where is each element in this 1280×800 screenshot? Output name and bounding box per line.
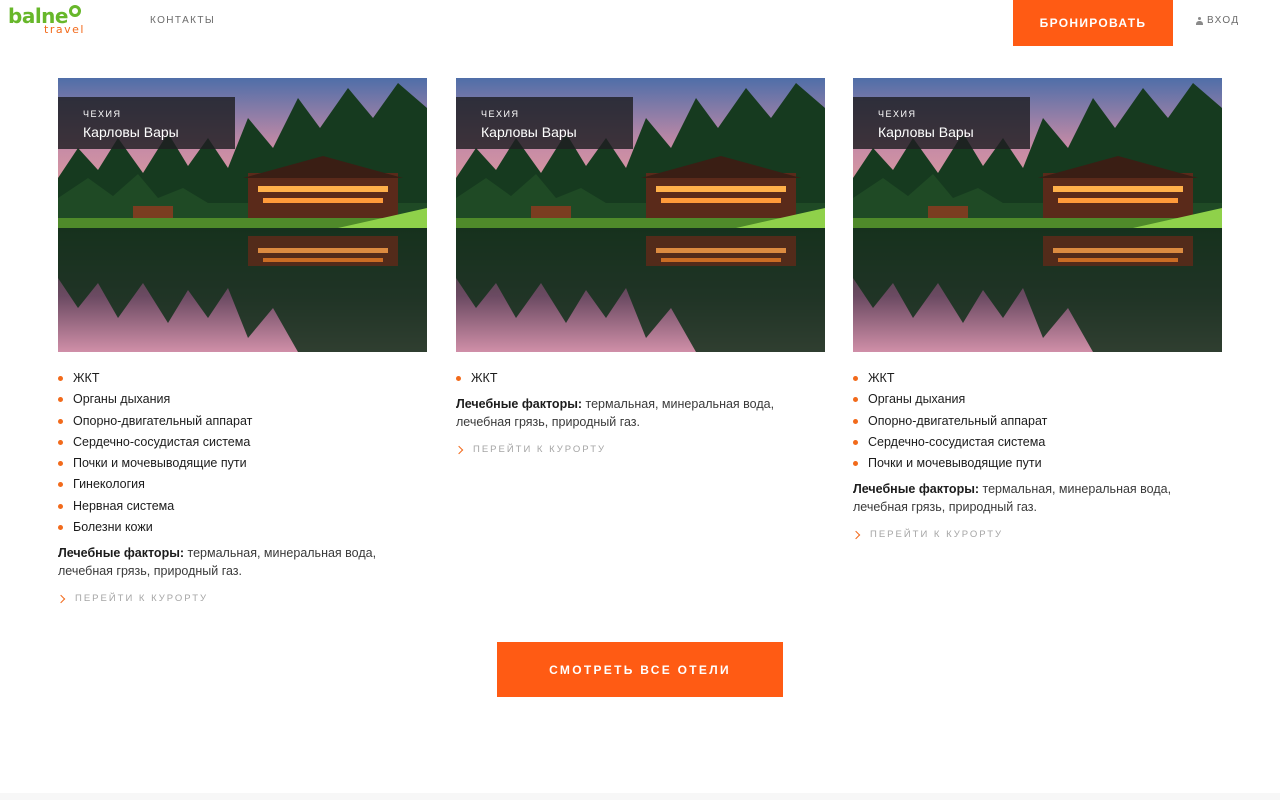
- nav-contacts-link[interactable]: КОНТАКТЫ: [150, 15, 215, 26]
- resort-city: Карловы Вары: [481, 124, 577, 140]
- healing-factors-label: Лечебные факторы:: [853, 482, 980, 497]
- resort-card: ЧЕХИЯ Карловы Вары ЖКТ Органы дыхания Опор…: [56, 78, 427, 605]
- treatment-label: ЖКТ: [73, 371, 100, 385]
- chevron-right-icon: [851, 530, 861, 540]
- treatment-label: Органы дыхания: [868, 392, 966, 407]
- book-button[interactable]: БРОНИРОВАТЬ: [1013, 0, 1173, 46]
- bullet-dot-icon: [58, 503, 63, 509]
- go-to-resort-link[interactable]: ПЕРЕЙТИ К КУРОРТУ: [454, 444, 825, 456]
- treatment-item: Гинекология: [58, 474, 427, 495]
- bullet-dot-icon: [58, 461, 63, 467]
- bullet-dot-icon: [853, 439, 858, 445]
- resort-location-label: ЧЕХИЯ Карловы Вары: [58, 97, 235, 149]
- resort-photo[interactable]: ЧЕХИЯ Карловы Вары: [456, 78, 825, 352]
- bullet-dot-icon: [853, 418, 858, 424]
- treatment-label: Почки и мочевыводящие пути: [868, 456, 1042, 471]
- bullet-dot-icon: [853, 376, 858, 381]
- treatment-label: ЖКТ: [868, 371, 895, 385]
- resort-country: ЧЕХИЯ: [481, 109, 520, 119]
- chevron-right-icon: [56, 594, 66, 604]
- logo-tagline: travel: [44, 23, 85, 36]
- treatment-label: ЖКТ: [471, 371, 498, 385]
- healing-factors-label: Лечебные факторы:: [456, 397, 583, 412]
- login-label: ВХОД: [1207, 15, 1240, 26]
- treatment-item: Сердечно-сосудистая система: [853, 432, 1222, 453]
- healing-factors: Лечебные факторы: термальная, минеральна…: [456, 396, 825, 431]
- footer-divider: [0, 793, 1280, 800]
- treatment-label: Сердечно-сосудистая система: [73, 434, 251, 449]
- treatment-item: ЖКТ: [456, 368, 825, 389]
- resort-photo[interactable]: ЧЕХИЯ Карловы Вары: [58, 78, 427, 352]
- go-to-resort-link[interactable]: ПЕРЕЙТИ К КУРОРТУ: [56, 593, 427, 605]
- bullet-dot-icon: [58, 376, 63, 381]
- resort-city: Карловы Вары: [83, 124, 179, 140]
- treatment-item: Нервная система: [58, 496, 427, 517]
- treatment-item: ЖКТ: [853, 368, 1222, 389]
- site-header: balne travel КОНТАКТЫ БРОНИРОВАТЬ ВХОД: [0, 0, 1280, 46]
- treatment-item: Опорно-двигательный аппарат: [58, 411, 427, 432]
- treatment-item: Органы дыхания: [853, 389, 1222, 410]
- healing-factors-label: Лечебные факторы:: [58, 546, 185, 561]
- bullet-dot-icon: [58, 397, 63, 403]
- treatment-item: Сердечно-сосудистая система: [58, 432, 427, 453]
- treatment-item: Органы дыхания: [58, 389, 427, 410]
- resort-city: Карловы Вары: [878, 124, 974, 140]
- treatment-list: ЖКТ: [456, 368, 825, 389]
- resort-country: ЧЕХИЯ: [878, 109, 917, 119]
- healing-factors: Лечебные факторы: термальная, минеральна…: [58, 545, 427, 580]
- treatment-item: Опорно-двигательный аппарат: [853, 411, 1222, 432]
- treatment-label: Гинекология: [73, 477, 145, 492]
- resort-location-label: ЧЕХИЯ Карловы Вары: [853, 97, 1030, 149]
- treatment-label: Почки и мочевыводящие пути: [73, 456, 247, 471]
- bullet-dot-icon: [58, 482, 63, 488]
- healing-factors: Лечебные факторы: термальная, минеральна…: [853, 481, 1222, 516]
- treatment-list: ЖКТ Органы дыхания Опорно-двигательный апп…: [853, 368, 1222, 474]
- resort-location-label: ЧЕХИЯ Карловы Вары: [456, 97, 633, 149]
- treatment-label: Сердечно-сосудистая система: [868, 434, 1046, 449]
- go-to-resort-link[interactable]: ПЕРЕЙТИ К КУРОРТУ: [851, 529, 1222, 541]
- treatment-list: ЖКТ Органы дыхания Опорно-двигательный апп…: [58, 368, 427, 538]
- bullet-dot-icon: [58, 439, 63, 445]
- treatment-item: ЖКТ: [58, 368, 427, 389]
- treatment-item: Болезни кожи: [58, 517, 427, 538]
- user-icon: [1196, 16, 1203, 25]
- resort-card: ЧЕХИЯ Карловы Вары ЖКТ Лечебные факторы:…: [454, 78, 825, 456]
- login-link[interactable]: ВХОД: [1196, 15, 1240, 26]
- chevron-right-icon: [454, 445, 464, 455]
- resort-country: ЧЕХИЯ: [83, 109, 122, 119]
- bullet-dot-icon: [58, 525, 63, 531]
- balneo-travel-logo[interactable]: balne travel: [8, 3, 92, 39]
- go-to-resort-label: ПЕРЕЙТИ К КУРОРТУ: [75, 593, 209, 605]
- bullet-dot-icon: [853, 397, 858, 403]
- treatment-label: Органы дыхания: [73, 392, 171, 407]
- treatment-label: Нервная система: [73, 498, 175, 513]
- go-to-resort-label: ПЕРЕЙТИ К КУРОРТУ: [473, 444, 607, 456]
- treatment-label: Болезни кожи: [73, 520, 153, 535]
- logo-ring-icon: [68, 5, 81, 17]
- go-to-resort-label: ПЕРЕЙТИ К КУРОРТУ: [870, 529, 1004, 541]
- treatment-item: Почки и мочевыводящие пути: [58, 453, 427, 474]
- treatment-item: Почки и мочевыводящие пути: [853, 453, 1222, 474]
- resort-photo[interactable]: ЧЕХИЯ Карловы Вары: [853, 78, 1222, 352]
- view-all-hotels-button[interactable]: СМОТРЕТЬ ВСЕ ОТЕЛИ: [497, 642, 783, 697]
- treatment-label: Опорно-двигательный аппарат: [868, 413, 1048, 428]
- bullet-dot-icon: [58, 418, 63, 424]
- resort-card: ЧЕХИЯ Карловы Вары ЖКТ Органы дыхания Опор…: [851, 78, 1222, 541]
- treatment-label: Опорно-двигательный аппарат: [73, 413, 253, 428]
- bullet-dot-icon: [456, 376, 461, 381]
- bullet-dot-icon: [853, 461, 858, 467]
